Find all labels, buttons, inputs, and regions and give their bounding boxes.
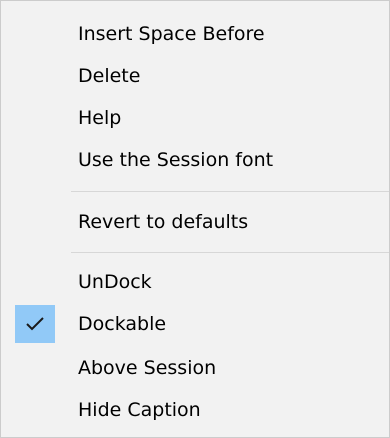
- menu-item-label: Revert to defaults: [78, 211, 249, 233]
- menu-item-label: UnDock: [78, 271, 152, 293]
- menu-item-label: Hide Caption: [78, 399, 201, 421]
- menu-item-label: Help: [78, 107, 122, 129]
- checkmark-icon: [26, 317, 44, 331]
- menu-item-dockable[interactable]: Dockable: [1, 303, 389, 345]
- context-menu: Insert Space Before Delete Help Use the …: [0, 0, 390, 438]
- menu-item-label: Delete: [78, 65, 141, 87]
- menu-item-hide-caption[interactable]: Hide Caption: [1, 389, 389, 431]
- menu-item-revert-to-defaults[interactable]: Revert to defaults: [1, 201, 389, 243]
- menu-item-label: Use the Session font: [78, 149, 274, 171]
- menu-item-above-session[interactable]: Above Session: [1, 347, 389, 389]
- check-highlight: [15, 305, 55, 343]
- menu-separator: [71, 191, 389, 192]
- menu-item-delete[interactable]: Delete: [1, 55, 389, 97]
- menu-item-label: Insert Space Before: [78, 23, 265, 45]
- menu-item-help[interactable]: Help: [1, 97, 389, 139]
- menu-item-use-session-font[interactable]: Use the Session font: [1, 139, 389, 181]
- menu-separator: [71, 252, 389, 253]
- menu-item-insert-space-before[interactable]: Insert Space Before: [1, 13, 389, 55]
- menu-item-label: Dockable: [78, 313, 167, 335]
- menu-item-label: Above Session: [78, 357, 217, 379]
- menu-item-undock[interactable]: UnDock: [1, 261, 389, 303]
